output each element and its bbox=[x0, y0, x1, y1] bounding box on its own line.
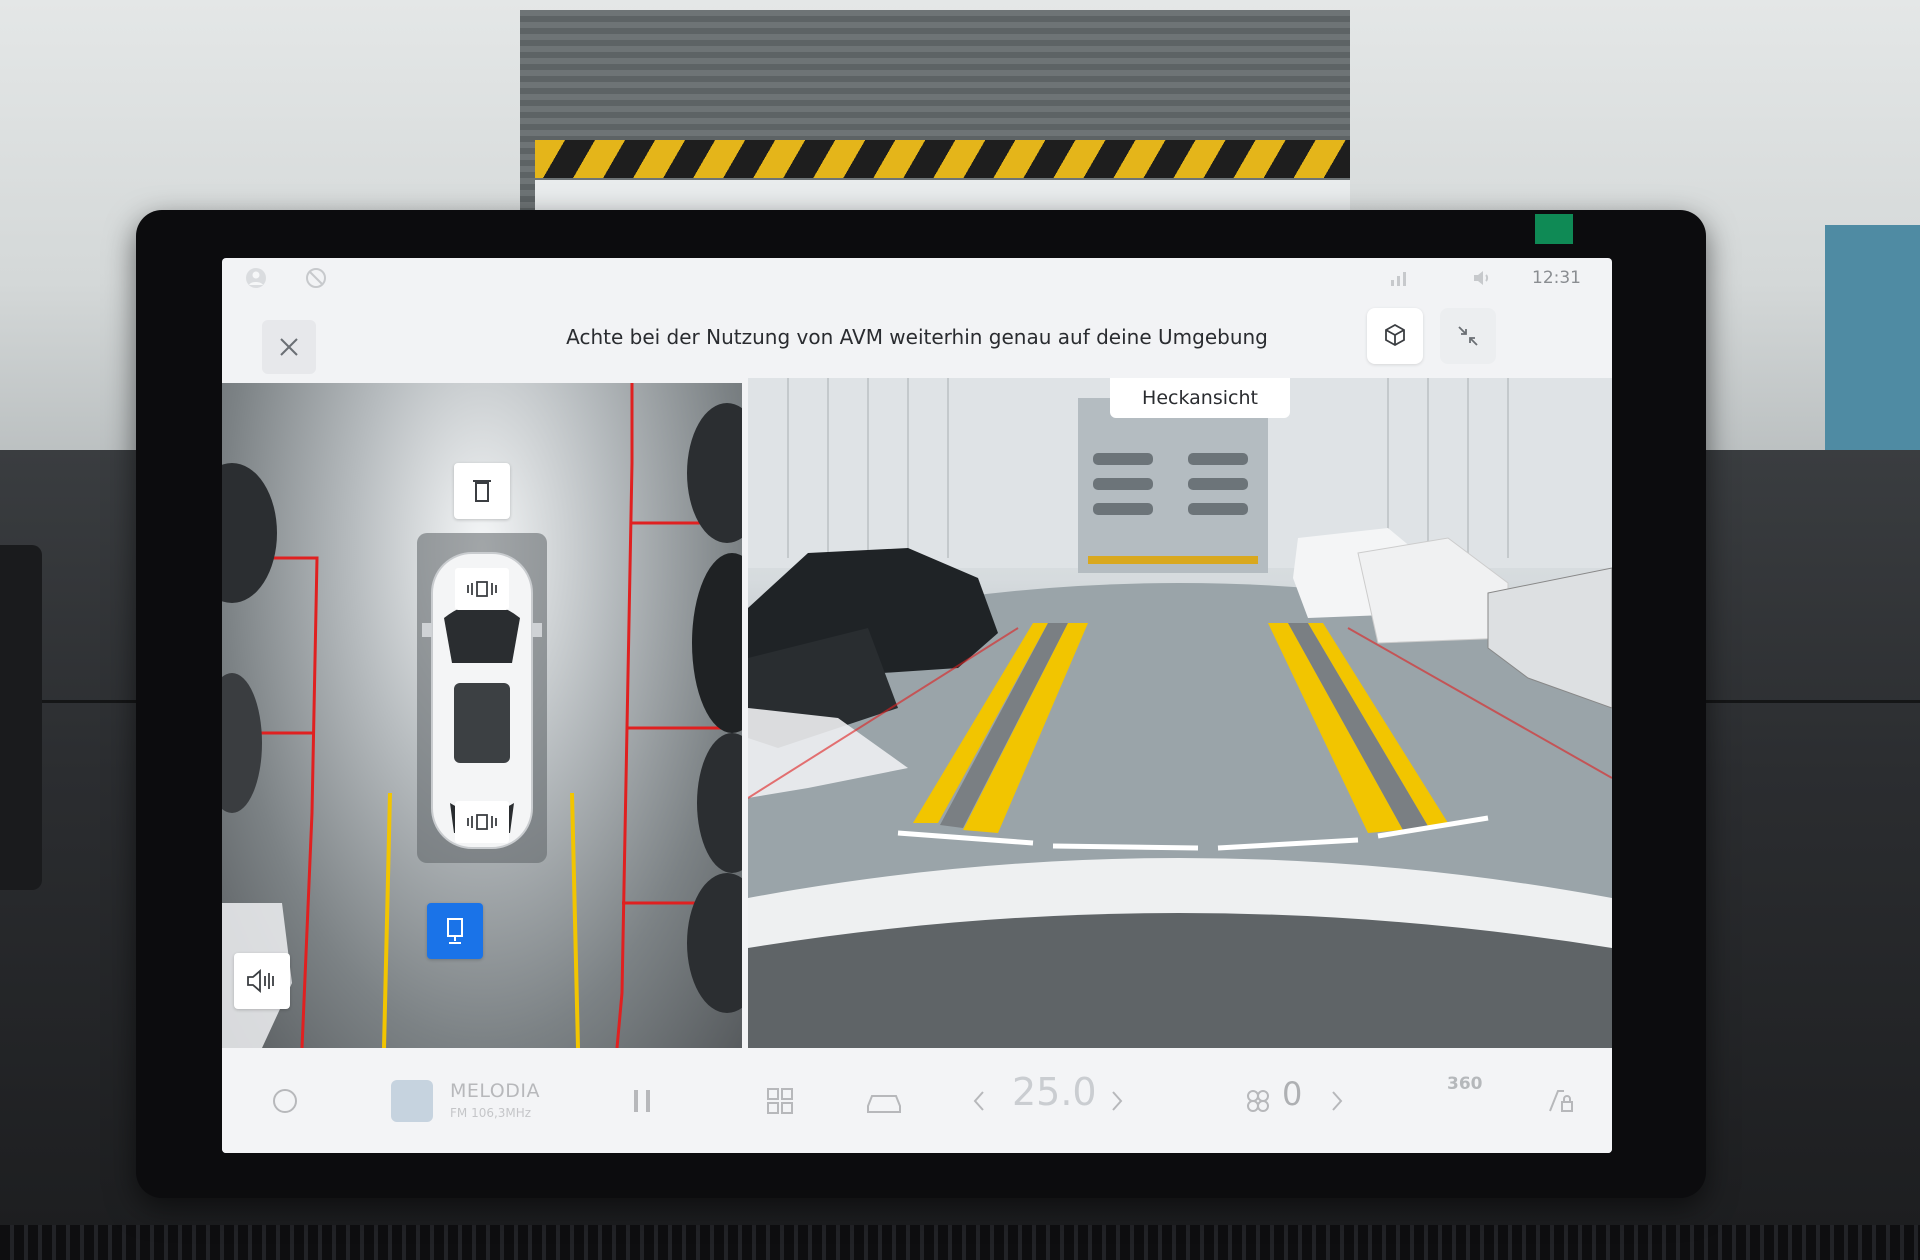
chevron-right-icon bbox=[1332, 1091, 1343, 1111]
apps-button[interactable] bbox=[760, 1076, 800, 1126]
park-lock-icon bbox=[1549, 1090, 1573, 1112]
fan-up-button[interactable] bbox=[1322, 1076, 1352, 1126]
front-sensor-icon bbox=[467, 581, 497, 597]
media-art[interactable] bbox=[387, 1076, 437, 1126]
pause-icon bbox=[634, 1090, 650, 1112]
infotainment-screen: 12:31 Achte bei der Nutzung von AVM weit… bbox=[222, 258, 1612, 1153]
clock: 12:31 bbox=[1532, 268, 1581, 288]
air-vent bbox=[0, 1225, 1920, 1260]
birdseye-view bbox=[222, 383, 742, 1048]
rear-camera-view: Heckansicht bbox=[748, 378, 1612, 1048]
vehicle-button[interactable] bbox=[862, 1076, 906, 1126]
profile-icon[interactable] bbox=[244, 266, 268, 290]
media-title[interactable]: MELODIA bbox=[450, 1080, 540, 1102]
temp-down-button[interactable] bbox=[964, 1076, 994, 1126]
side-device bbox=[0, 545, 42, 890]
signal-off-icon bbox=[1391, 272, 1406, 286]
minimize-button[interactable] bbox=[1440, 308, 1496, 364]
360-view-button[interactable]: 360 bbox=[1447, 1074, 1483, 1094]
no-signal-icon bbox=[306, 268, 326, 288]
fan-icon bbox=[1247, 1090, 1269, 1112]
3d-view-icon bbox=[1385, 323, 1405, 347]
bottom-dock: MELODIA FM 106,3MHz 25.0 0 360 bbox=[222, 1048, 1612, 1153]
view-label: Heckansicht bbox=[1110, 378, 1290, 418]
rear-camera-icon bbox=[447, 918, 463, 944]
home-button[interactable] bbox=[260, 1076, 310, 1126]
media-subtitle: FM 106,3MHz bbox=[450, 1106, 532, 1120]
apps-grid-icon bbox=[767, 1088, 793, 1114]
rear-sensor-icon bbox=[467, 814, 497, 830]
front-camera-button[interactable] bbox=[454, 463, 510, 519]
fan-button[interactable] bbox=[1240, 1076, 1276, 1126]
parking-sound-button[interactable] bbox=[234, 953, 290, 1009]
wall-panel bbox=[1825, 225, 1920, 465]
rear-camera-button[interactable] bbox=[427, 903, 483, 959]
sound-wave-icon bbox=[247, 969, 274, 993]
front-sensor-badge bbox=[455, 568, 509, 610]
temperature-value: 25.0 bbox=[1012, 1070, 1097, 1114]
hazard-stripes bbox=[535, 140, 1350, 178]
rear-sensor-badge bbox=[455, 801, 509, 843]
chevron-left-icon bbox=[973, 1091, 984, 1111]
car-icon bbox=[867, 1095, 901, 1113]
minimize-icon bbox=[1458, 326, 1478, 346]
park-lock-button[interactable] bbox=[1540, 1076, 1580, 1126]
rear-camera-scene bbox=[748, 378, 1612, 1048]
home-icon bbox=[273, 1089, 297, 1113]
status-bar: 12:31 bbox=[222, 258, 1612, 298]
3d-view-button[interactable] bbox=[1367, 308, 1423, 364]
fan-level: 0 bbox=[1282, 1075, 1303, 1113]
bezel-indicator bbox=[1535, 214, 1573, 244]
radio-icon bbox=[391, 1080, 433, 1122]
pause-button[interactable] bbox=[622, 1076, 662, 1126]
chevron-right-icon bbox=[1112, 1091, 1123, 1111]
temp-up-button[interactable] bbox=[1102, 1076, 1132, 1126]
volume-icon[interactable] bbox=[1470, 266, 1494, 290]
front-camera-icon bbox=[473, 480, 491, 502]
